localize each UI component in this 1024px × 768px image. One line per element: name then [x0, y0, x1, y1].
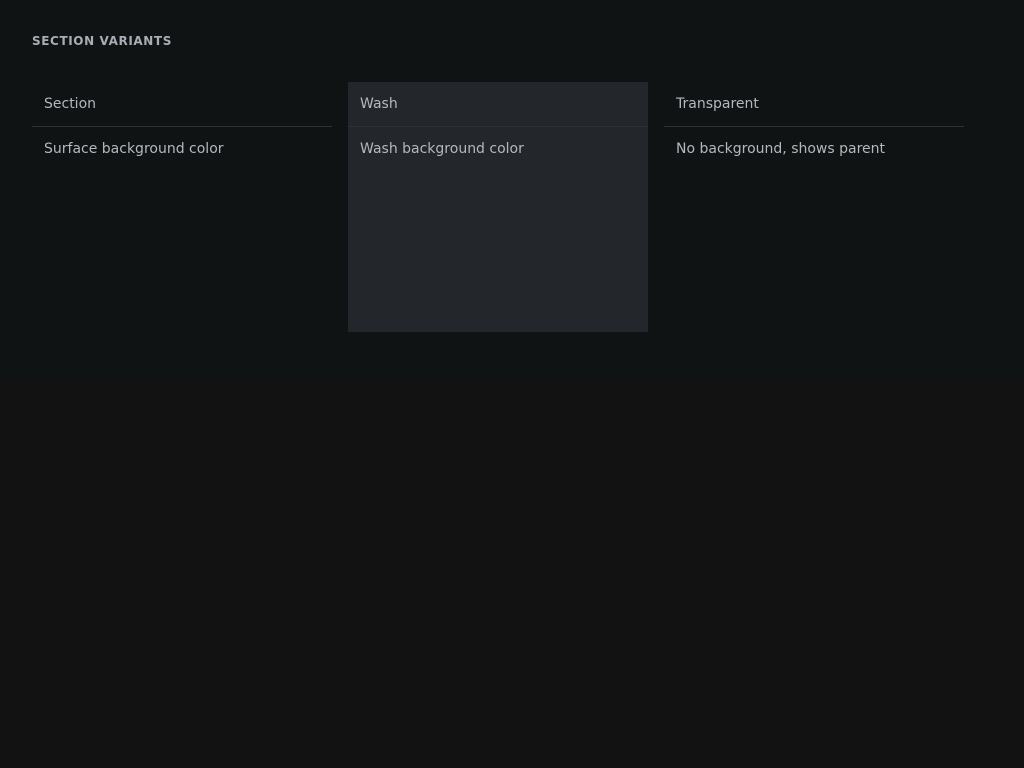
wash-panel-title: Wash [348, 82, 648, 127]
page-title: SECTION VARIANTS [32, 34, 172, 48]
section-panel: Section Surface background color [32, 82, 332, 332]
transparent-panel-description: No background, shows parent [676, 141, 886, 157]
wash-panel: Wash Wash background color [348, 82, 648, 332]
section-panel-title: Section [32, 82, 332, 127]
section-variants-demo: SECTION VARIANTS Section Surface backgro… [0, 0, 1024, 380]
transparent-panel-title: Transparent [664, 82, 964, 127]
section-panel-description: Surface background color [44, 141, 224, 157]
wash-panel-description: Wash background color [360, 141, 524, 157]
transparent-panel: Transparent No background, shows parent [664, 82, 964, 332]
